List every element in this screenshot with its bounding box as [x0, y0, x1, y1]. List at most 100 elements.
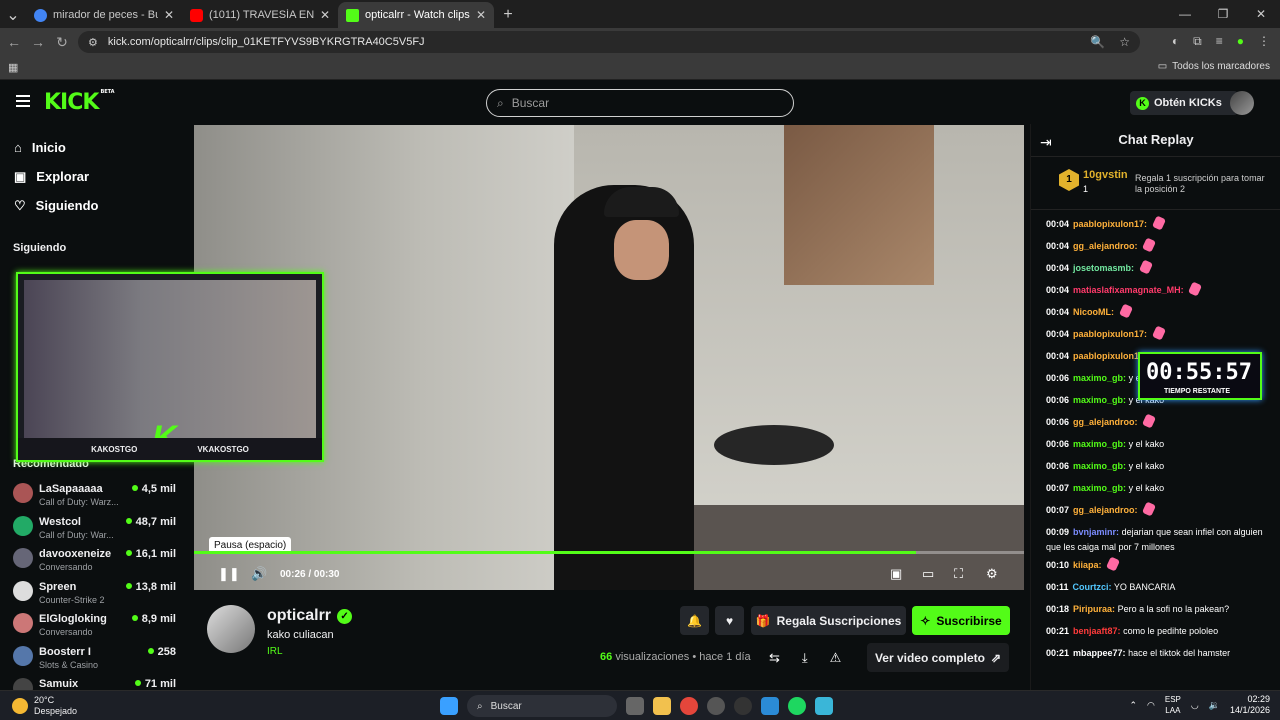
puzzle-icon[interactable]: ⧉: [1193, 34, 1202, 49]
view-count: 66: [600, 651, 613, 663]
message-username[interactable]: maximo_gb:: [1073, 483, 1126, 493]
lang-line-2: LAA: [1165, 706, 1181, 715]
sidebar-item-explorar[interactable]: ▣ Explorar: [0, 162, 190, 191]
message-username[interactable]: paablopixulon17:: [1073, 351, 1147, 361]
channel-item[interactable]: Boosterr I Slots & Casino 258: [0, 641, 190, 674]
pause-icon[interactable]: ❚❚: [218, 566, 240, 582]
message-username[interactable]: Courtzci:: [1073, 582, 1112, 592]
extension-icon[interactable]: ◐: [1172, 34, 1179, 49]
message-username[interactable]: benjaaft87:: [1073, 626, 1121, 636]
zoom-icon[interactable]: 🔍: [1090, 35, 1105, 49]
user-avatar[interactable]: [1230, 91, 1254, 115]
message-username[interactable]: matiaslafixamagnate_MH:: [1073, 285, 1184, 295]
full-video-button[interactable]: Ver video completo ⇗: [867, 643, 1009, 672]
sidebar-item-inicio[interactable]: ⌂ Inicio: [0, 133, 190, 162]
message-username[interactable]: maximo_gb:: [1073, 439, 1126, 449]
app-icon[interactable]: [707, 697, 725, 715]
viewer-count: 13,8 mil: [126, 581, 176, 593]
steam-icon[interactable]: [734, 697, 752, 715]
taskbar-search[interactable]: ⌕ Buscar: [467, 695, 617, 717]
minimize-icon[interactable]: —: [1166, 0, 1204, 28]
channel-item[interactable]: LaSapaaaaa Call of Duty: Warz... 4,5 mil: [0, 478, 190, 511]
menu-icon[interactable]: ⋮: [1258, 34, 1270, 49]
clip-category[interactable]: IRL: [267, 646, 283, 657]
new-tab-button[interactable]: +: [494, 2, 522, 28]
channel-item[interactable]: Westcol Call of Duty: War... 48,7 mil: [0, 511, 190, 544]
task-view-icon[interactable]: [626, 697, 644, 715]
message-username[interactable]: maximo_gb:: [1073, 373, 1126, 383]
channel-avatar[interactable]: [207, 605, 255, 653]
message-username[interactable]: mbappee77:: [1073, 648, 1126, 658]
channel-item[interactable]: Samuix 71 mil: [0, 673, 190, 690]
bookmark-star-icon[interactable]: ☆: [1119, 35, 1130, 49]
wifi-icon[interactable]: ◡: [1191, 700, 1199, 711]
get-kicks-button[interactable]: K Obtén KICKs: [1130, 91, 1238, 115]
channel-item[interactable]: Spreen Counter-Strike 2 13,8 mil: [0, 576, 190, 609]
progress-bar[interactable]: [194, 551, 1024, 554]
message-username[interactable]: gg_alejandroo:: [1073, 505, 1138, 515]
profile-icon[interactable]: ●: [1237, 34, 1244, 49]
subscribe-button[interactable]: ✧ Suscribirse: [912, 606, 1010, 635]
notification-button[interactable]: 🔔: [680, 606, 709, 635]
message-username[interactable]: kiiapa:: [1073, 560, 1102, 570]
channel-item[interactable]: ElGlogloking Conversando 8,9 mil: [0, 608, 190, 641]
close-tab-icon[interactable]: ✕: [320, 8, 330, 22]
volume-icon[interactable]: 🔉: [1209, 700, 1220, 711]
spotify-icon[interactable]: [788, 697, 806, 715]
message-username[interactable]: gg_alejandroo:: [1073, 417, 1138, 427]
channel-name[interactable]: opticalrr ✓: [267, 607, 353, 625]
fullscreen-icon[interactable]: ⛶: [954, 566, 963, 582]
browser-tab-1[interactable]: mirador de peces - Buscar con ✕: [26, 2, 182, 28]
settings-icon[interactable]: ⚙: [986, 566, 998, 582]
site-info-icon[interactable]: ⚙: [88, 36, 98, 49]
url-field[interactable]: ⚙ kick.com/opticalrr/clips/clip_01KETFYV…: [78, 31, 1140, 53]
close-tab-icon[interactable]: ✕: [476, 8, 486, 22]
message-username[interactable]: maximo_gb:: [1073, 461, 1126, 471]
sidebar-item-siguiendo[interactable]: ♡ Siguiendo: [0, 191, 190, 220]
clock[interactable]: 02:29 14/1/2026: [1230, 694, 1270, 716]
theater-mode-icon[interactable]: ▭: [922, 566, 934, 582]
message-username[interactable]: gg_alejandroo:: [1073, 241, 1138, 251]
message-username[interactable]: NicooML:: [1073, 307, 1114, 317]
browser-tab-3[interactable]: opticalrr - Watch clips on K ✕: [338, 2, 494, 28]
browser-tab-2[interactable]: (1011) TRAVESÍA EN PUCON 2 ✕: [182, 2, 338, 28]
kick-logo[interactable]: KICK BETA: [44, 89, 115, 115]
message-username[interactable]: paablopixulon17:: [1073, 219, 1147, 229]
gift-prompt[interactable]: Regala 1 suscripción para tomar la posic…: [1135, 173, 1265, 195]
message-time: 00:07: [1046, 483, 1070, 493]
tab-list-button[interactable]: ⌄: [0, 2, 26, 28]
message-username[interactable]: maximo_gb:: [1073, 395, 1126, 405]
reload-icon[interactable]: ↻: [50, 34, 74, 51]
follow-button[interactable]: ♥: [715, 606, 744, 635]
search-input[interactable]: ⌕ Buscar: [486, 89, 794, 117]
all-bookmarks-button[interactable]: ▭ Todos los marcadores: [1158, 61, 1270, 72]
back-icon[interactable]: ←: [2, 34, 26, 50]
hamburger-menu-icon[interactable]: [16, 95, 30, 107]
message-username[interactable]: Piripuraa:: [1073, 604, 1115, 614]
network-icon[interactable]: ◠: [1147, 700, 1155, 711]
volume-icon[interactable]: 🔊: [251, 566, 267, 582]
message-username[interactable]: josetomasmb:: [1073, 263, 1134, 273]
channel-item[interactable]: davooxeneize Conversando 16,1 mil: [0, 543, 190, 576]
notepad-icon[interactable]: [815, 697, 833, 715]
download-icon[interactable]: ⤓: [802, 650, 808, 666]
message-username[interactable]: paablopixulon17:: [1073, 329, 1147, 339]
windows-start-icon[interactable]: [440, 697, 458, 715]
message-username[interactable]: bvnjaminr:: [1073, 527, 1119, 537]
pip-icon[interactable]: ▣: [890, 566, 902, 582]
share-icon[interactable]: ⇆: [769, 650, 780, 666]
input-language[interactable]: ESP LAA: [1165, 694, 1181, 716]
weather-widget[interactable]: 20°C Despejado: [12, 695, 77, 717]
close-tab-icon[interactable]: ✕: [164, 8, 174, 22]
file-explorer-icon[interactable]: [653, 697, 671, 715]
close-window-icon[interactable]: ✕: [1242, 0, 1280, 28]
apps-grid-icon[interactable]: ▦: [8, 61, 18, 74]
reading-list-icon[interactable]: ≡: [1216, 34, 1223, 49]
maximize-icon[interactable]: ❐: [1204, 0, 1242, 28]
report-icon[interactable]: ⚠: [830, 650, 842, 666]
app-f-icon[interactable]: [761, 697, 779, 715]
forward-icon[interactable]: →: [26, 34, 50, 50]
gift-subs-button[interactable]: 🎁 Regala Suscripciones: [751, 606, 906, 635]
tray-chevron-icon[interactable]: ⌃: [1129, 700, 1137, 711]
chrome-icon[interactable]: [680, 697, 698, 715]
